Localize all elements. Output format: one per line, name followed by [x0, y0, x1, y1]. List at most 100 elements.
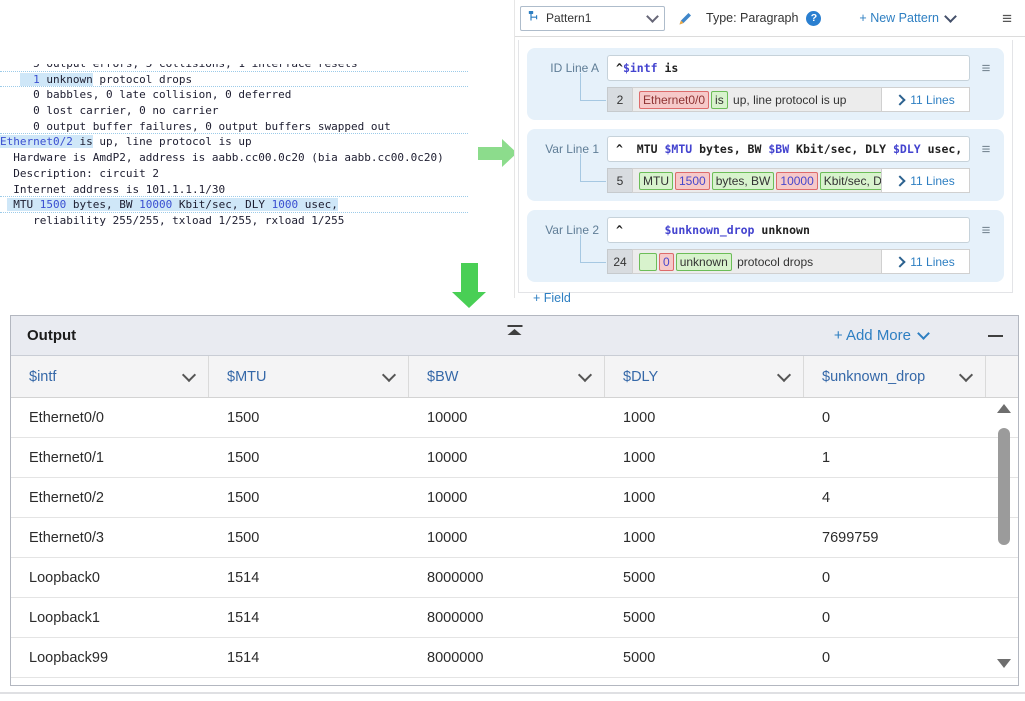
column-header-label: $intf: [29, 369, 184, 385]
text-segment: MTU: [7, 198, 40, 211]
literal-match-token: Kbit/sec, DLY: [820, 172, 882, 190]
arrow-head: [452, 292, 486, 308]
regex-literal: ^ MTU: [616, 142, 664, 156]
text-segment: 5 output errors, 5 collisions, 1 interfa…: [0, 64, 358, 70]
column-header-unknown_drop[interactable]: $unknown_drop: [804, 356, 986, 397]
table-row: Ethernet0/315001000010007699759: [11, 518, 1018, 558]
minimize-icon[interactable]: [988, 335, 1003, 337]
pattern-sections: ID Line A^$intf is≡2Ethernet0/0is up, li…: [527, 48, 1004, 282]
match-row: 24 0unknown protocol drops11 Lines: [607, 249, 970, 274]
table-row: Loopback01514800000050000: [11, 558, 1018, 598]
table-cell: Loopback1: [11, 610, 209, 626]
table-cell: 10000: [409, 450, 605, 466]
chevron-down-icon: [944, 10, 957, 23]
table-cell: 10000: [409, 410, 605, 426]
table-cell: Ethernet0/3: [11, 530, 209, 546]
expand-lines-button[interactable]: 11 Lines: [882, 87, 970, 112]
add-more-button[interactable]: + Add More: [834, 327, 928, 344]
console-text-lines: 5 output errors, 5 collisions, 1 interfa…: [0, 64, 470, 229]
text-segment: 0 babbles, 0 late collision, 0 deferred: [0, 88, 291, 101]
console-line: 0 output buffer failures, 0 output buffe…: [0, 119, 468, 135]
captured-value-token: 0: [659, 253, 674, 271]
help-icon[interactable]: ?: [806, 11, 821, 26]
text-segment: usec,: [298, 198, 338, 211]
lines-count-label: 11 Lines: [910, 93, 954, 107]
table-cell: Ethernet0/2: [11, 490, 209, 506]
match-preview: MTU1500bytes, BW10000Kbit/sec, DLY1000us…: [632, 168, 882, 193]
collapse-panel-icon[interactable]: [507, 325, 522, 335]
output-table-body: Ethernet0/015001000010000Ethernet0/11500…: [11, 398, 1018, 685]
connector-line: [580, 154, 606, 182]
text-segment: [0, 73, 20, 86]
pattern-section: Var Line 2^ $unknown_drop unknown≡24 0un…: [527, 210, 1004, 282]
expand-lines-button[interactable]: 11 Lines: [882, 249, 970, 274]
menu-icon[interactable]: ≡: [1002, 10, 1012, 27]
expand-lines-button[interactable]: 11 Lines: [882, 168, 970, 193]
section-menu-icon[interactable]: ≡: [978, 142, 994, 157]
highlighted-token: 1500: [40, 198, 67, 211]
table-row: Ethernet0/215001000010004: [11, 478, 1018, 518]
chevron-right-icon: [895, 256, 906, 267]
column-header-MTU[interactable]: $MTU: [209, 356, 409, 397]
regex-literal: usec,: [921, 142, 963, 156]
console-line: MTU 1500 bytes, BW 10000 Kbit/sec, DLY 1…: [0, 197, 468, 213]
table-cell: 0: [804, 650, 986, 666]
console-line: Ethernet0/2 is up, line protocol is up: [0, 134, 468, 150]
flow-arrow-down-icon: [452, 263, 487, 309]
arrow-stem: [461, 263, 478, 292]
arrow-stem: [478, 147, 502, 160]
column-header-DLY[interactable]: $DLY: [605, 356, 804, 397]
header-spacer: [986, 356, 1018, 397]
text-segment: 0 lost carrier, 0 no carrier: [0, 104, 219, 117]
new-pattern-button[interactable]: + New Pattern: [859, 11, 955, 25]
regex-literal: Kbit/sec, DLY: [789, 142, 893, 156]
section-menu-icon[interactable]: ≡: [978, 223, 994, 238]
table-cell: 1000: [605, 530, 804, 546]
table-cell: 1500: [209, 450, 409, 466]
collapse-icon-triangle: [508, 329, 522, 335]
column-header-label: $DLY: [623, 369, 779, 385]
section-menu-icon[interactable]: ≡: [978, 61, 994, 76]
new-pattern-label: + New Pattern: [859, 11, 939, 25]
column-header-BW[interactable]: $BW: [409, 356, 605, 397]
text-segment: protocol drops: [93, 73, 192, 86]
literal-match-token: is: [711, 91, 728, 109]
regex-input[interactable]: ^ MTU $MTU bytes, BW $BW Kbit/sec, DLY $…: [607, 136, 970, 162]
column-header-label: $BW: [427, 369, 580, 385]
regex-input[interactable]: ^$intf is: [607, 55, 970, 81]
output-panel: Output + Add More $intf$MTU$BW$DLY$unkno…: [10, 315, 1019, 686]
regex-input[interactable]: ^ $unknown_drop unknown: [607, 217, 970, 243]
chevron-down-icon: [182, 367, 196, 381]
vertical-scrollbar[interactable]: [996, 402, 1012, 670]
table-cell: 0: [804, 570, 986, 586]
table-cell: 1500: [209, 410, 409, 426]
table-cell: 8000000: [409, 650, 605, 666]
scroll-up-icon[interactable]: [997, 404, 1011, 413]
pattern-type-label: Type: Paragraph: [706, 11, 798, 25]
console-line: Hardware is AmdP2, address is aabb.cc00.…: [0, 150, 468, 166]
console-line: reliability 255/255, txload 1/255, rxloa…: [0, 213, 468, 229]
scrollbar-thumb[interactable]: [998, 428, 1010, 545]
table-cell: 1000: [605, 450, 804, 466]
table-row: Loopback991514800000050000: [11, 638, 1018, 678]
column-header-intf[interactable]: $intf: [11, 356, 209, 397]
table-cell: 10000: [409, 530, 605, 546]
table-cell: 8000000: [409, 570, 605, 586]
column-header-label: $unknown_drop: [822, 369, 961, 385]
edit-pencil-icon[interactable]: [678, 11, 693, 26]
add-field-button[interactable]: + Field: [533, 291, 1004, 305]
scroll-down-icon[interactable]: [997, 659, 1011, 668]
pattern-select[interactable]: Pattern1: [520, 6, 665, 31]
table-cell: 1500: [209, 530, 409, 546]
regex-variable: $unknown_drop: [664, 223, 754, 237]
chevron-down-icon: [959, 367, 973, 381]
literal-match-token: MTU: [639, 172, 673, 190]
output-table-rows: Ethernet0/015001000010000Ethernet0/11500…: [11, 398, 1018, 678]
highlighted-token: 1000: [272, 198, 299, 211]
table-cell: 1514: [209, 570, 409, 586]
text-segment: bytes, BW: [66, 198, 139, 211]
lines-count-label: 11 Lines: [910, 174, 954, 188]
table-cell: Loopback99: [11, 650, 209, 666]
table-cell: 7699759: [804, 530, 986, 546]
console-line: 1 unknown protocol drops: [0, 72, 468, 88]
